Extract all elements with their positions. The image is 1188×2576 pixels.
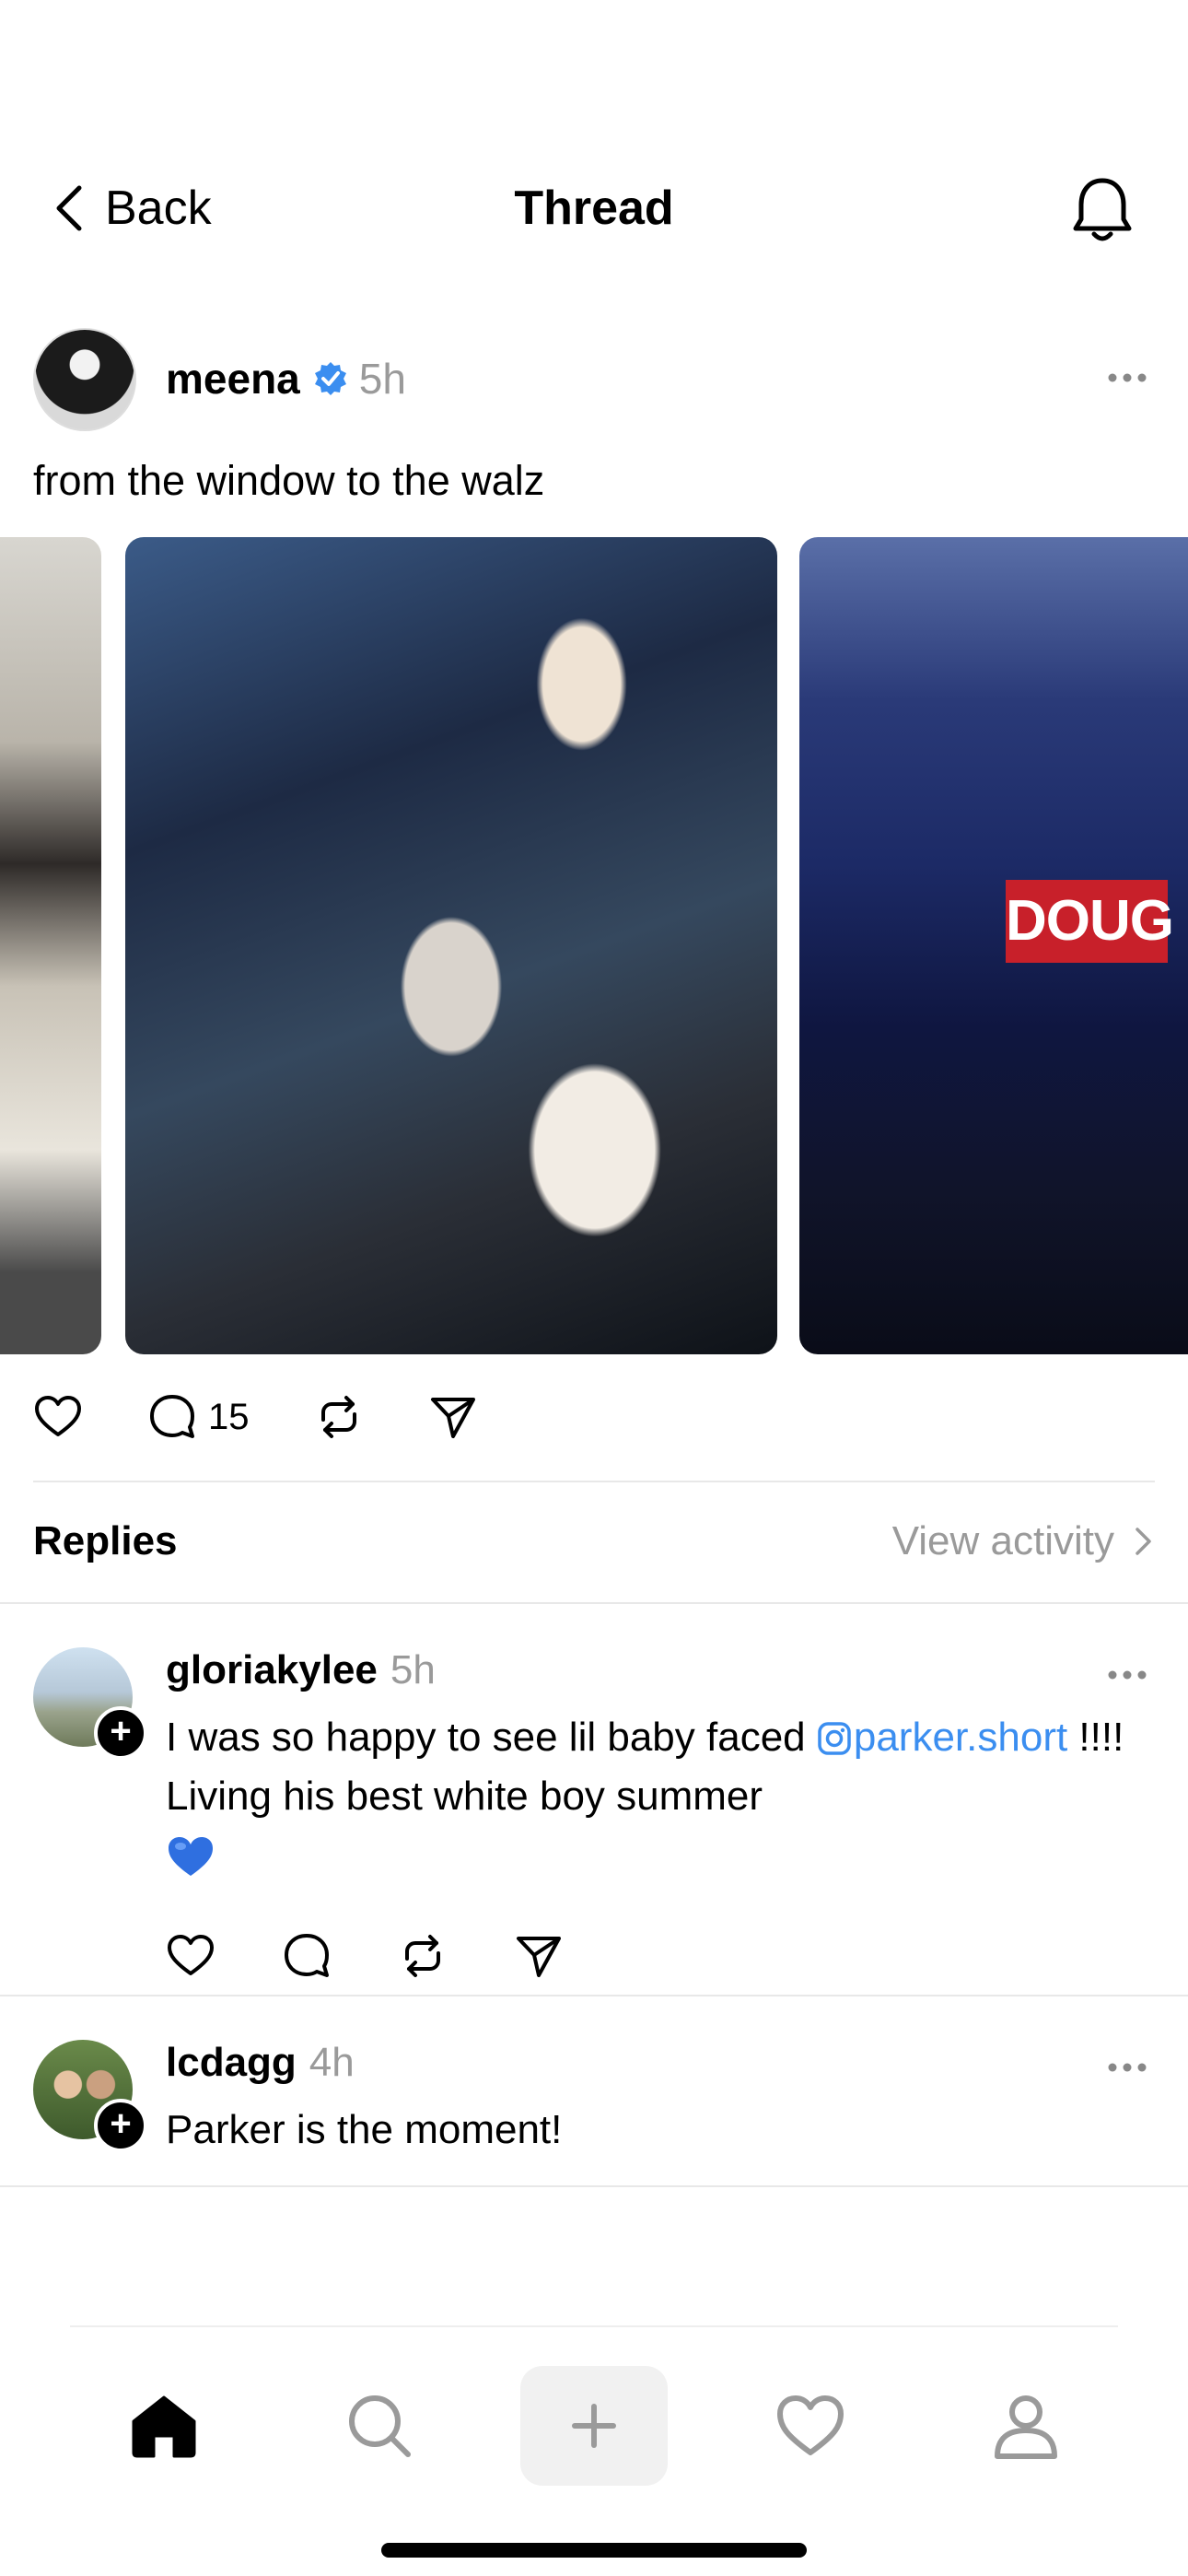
replies-label: Replies	[33, 1518, 178, 1563]
replies-header: Replies View activity	[33, 1518, 1155, 1564]
comment-icon	[285, 1934, 329, 1977]
tab-search[interactable]	[306, 2366, 453, 2486]
reply-text-part: I was so happy to see lil baby faced	[166, 1715, 817, 1760]
reply-username[interactable]: gloriakylee	[166, 1647, 378, 1692]
reply-author[interactable]: lcdagg 4h	[166, 2040, 355, 2086]
more-options-icon[interactable]	[1107, 1655, 1147, 1695]
blue-heart-emoji-icon	[169, 1837, 213, 1876]
reply-time: 5h	[390, 1647, 436, 1692]
thread-screen: Back Thread meena 5h from the window to …	[0, 0, 1188, 2576]
post-author[interactable]: meena 5h	[166, 354, 406, 404]
mention-handle[interactable]: parker.short	[854, 1715, 1067, 1760]
reply-time: 4h	[309, 2040, 355, 2085]
reply-text: Parker is the moment!	[166, 2107, 563, 2152]
reply-author[interactable]: gloriakylee 5h	[166, 1647, 436, 1693]
repost-button[interactable]	[398, 1931, 448, 1981]
top-nav-bar: Back Thread	[0, 166, 1188, 258]
follow-plus-icon[interactable]: +	[94, 1706, 147, 1760]
post-header: meena 5h	[33, 328, 1155, 431]
tabbar-divider	[70, 2325, 1118, 2327]
tab-profile[interactable]	[952, 2366, 1100, 2486]
reply-count: 15	[208, 1396, 250, 1437]
like-icon	[35, 1396, 81, 1436]
comment-button[interactable]: 15	[147, 1392, 250, 1442]
post-username[interactable]: meena	[166, 354, 300, 404]
profile-icon	[995, 2395, 1057, 2459]
tab-home[interactable]	[90, 2366, 238, 2486]
verified-badge-icon	[314, 362, 346, 395]
repost-icon	[320, 1396, 356, 1438]
divider	[0, 1602, 1188, 1604]
page-title: Thread	[514, 181, 674, 235]
tab-create[interactable]	[520, 2366, 668, 2486]
bottom-tab-bar	[0, 2366, 1188, 2486]
like-button[interactable]	[166, 1931, 215, 1981]
avatar[interactable]	[33, 328, 136, 431]
like-icon	[168, 1935, 214, 1975]
carousel-image-current[interactable]	[125, 537, 777, 1354]
share-icon	[430, 1398, 475, 1438]
like-button[interactable]	[33, 1392, 83, 1442]
chevron-right-icon	[1136, 1528, 1151, 1555]
view-activity-link[interactable]: View activity	[892, 1518, 1155, 1564]
view-activity-label: View activity	[891, 1518, 1114, 1563]
reply-action-bar	[166, 1931, 630, 1981]
divider	[0, 1995, 1188, 1996]
mention-link[interactable]: parker.short	[817, 1715, 1067, 1760]
divider	[0, 2185, 1188, 2187]
bell-icon[interactable]	[1070, 175, 1135, 245]
comment-button[interactable]	[282, 1931, 332, 1981]
search-icon	[349, 2395, 411, 2457]
more-options-icon[interactable]	[1107, 2047, 1147, 2088]
image-carousel[interactable]: DOUG	[0, 537, 1188, 1354]
follow-plus-icon[interactable]: +	[94, 2099, 147, 2152]
reply-username[interactable]: lcdagg	[166, 2040, 297, 2085]
instagram-icon	[818, 1722, 851, 1755]
reply-item: + gloriakylee 5h I was so happy to see li…	[33, 1647, 1155, 1997]
reply-text: I was so happy to see lil baby faced par…	[166, 1708, 1160, 1885]
share-icon	[517, 1937, 561, 1977]
more-options-icon[interactable]	[1107, 357, 1147, 398]
post-time: 5h	[358, 355, 406, 403]
post-text: from the window to the walz	[33, 457, 545, 504]
create-icon	[572, 2404, 616, 2448]
share-button[interactable]	[428, 1392, 478, 1442]
home-icon	[132, 2395, 196, 2458]
repost-icon	[405, 1935, 440, 1977]
divider	[33, 1481, 1155, 1482]
image-sign-text: DOUG	[1006, 880, 1174, 963]
post-action-bar: 15	[33, 1389, 542, 1445]
tab-activity[interactable]	[737, 2366, 884, 2486]
share-button[interactable]	[514, 1931, 564, 1981]
reply-item: + lcdagg 4h Parker is the moment!	[33, 2040, 1155, 2178]
repost-button[interactable]	[314, 1392, 364, 1442]
home-indicator[interactable]	[381, 2543, 807, 2558]
activity-heart-icon	[777, 2395, 844, 2455]
comment-icon	[150, 1395, 194, 1438]
carousel-image-next[interactable]: DOUG	[799, 537, 1188, 1354]
carousel-image-previous[interactable]	[0, 537, 101, 1354]
